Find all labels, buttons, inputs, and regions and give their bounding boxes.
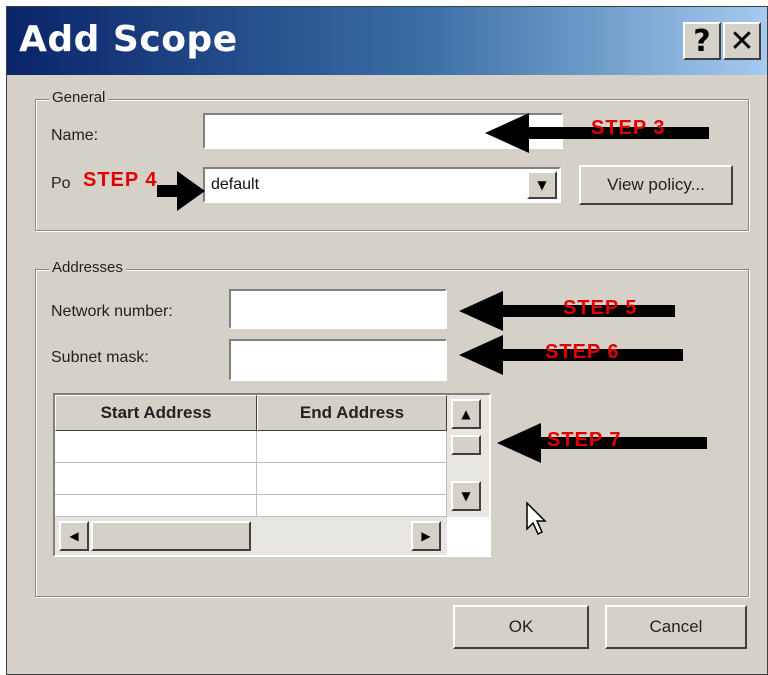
scroll-down-icon[interactable]: ▼: [451, 481, 481, 511]
dialog-title: Add Scope: [19, 19, 238, 60]
title-bar[interactable]: Add Scope ? ✕: [7, 7, 767, 75]
column-header-start-address[interactable]: Start Address: [55, 395, 257, 431]
dropdown-arrow-icon[interactable]: ▼: [527, 171, 557, 199]
table-cell[interactable]: [257, 431, 447, 463]
name-label: Name:: [51, 127, 99, 144]
view-policy-button[interactable]: View policy...: [579, 165, 733, 205]
subnet-mask-input[interactable]: [229, 339, 447, 381]
add-scope-dialog: Add Scope ? ✕ General Name: Po default ▼…: [6, 6, 768, 675]
vertical-scrollbar[interactable]: ▲ ▼: [447, 395, 489, 517]
step-4-label: STEP 4: [83, 169, 158, 191]
table-row[interactable]: [55, 431, 257, 463]
mouse-cursor-icon: [526, 501, 547, 536]
close-icon[interactable]: ✕: [723, 22, 761, 60]
cancel-button[interactable]: Cancel: [605, 605, 747, 649]
addresses-group-label: Addresses: [49, 259, 126, 276]
help-icon[interactable]: ?: [683, 22, 721, 60]
scroll-left-icon[interactable]: ◀: [59, 521, 89, 551]
step-5-label: STEP 5: [563, 297, 638, 319]
horizontal-scrollbar[interactable]: ◀ ▶: [55, 517, 447, 555]
address-range-table[interactable]: Start Address End Address ▲ ▼ ◀ ▶: [53, 393, 491, 557]
scroll-right-icon[interactable]: ▶: [411, 521, 441, 551]
step-7-label: STEP 7: [547, 429, 622, 451]
network-number-label: Network number:: [51, 303, 173, 320]
general-group-label: General: [49, 89, 109, 106]
subnet-mask-label: Subnet mask:: [51, 349, 149, 366]
policy-label: Po: [51, 175, 71, 192]
step-6-label: STEP 6: [545, 341, 620, 363]
policy-select[interactable]: default: [203, 167, 561, 203]
column-header-end-address[interactable]: End Address: [257, 395, 447, 431]
vertical-scroll-thumb[interactable]: [451, 435, 481, 455]
horizontal-scroll-thumb[interactable]: [91, 521, 251, 551]
table-row[interactable]: [55, 463, 257, 495]
table-cell[interactable]: [257, 463, 447, 495]
network-number-input[interactable]: [229, 289, 447, 329]
policy-select-value: default: [211, 176, 260, 193]
table-row[interactable]: [55, 495, 257, 517]
table-cell[interactable]: [257, 495, 447, 517]
annotation-arrow-icon: [157, 171, 205, 211]
scroll-up-icon[interactable]: ▲: [451, 399, 481, 429]
ok-button[interactable]: OK: [453, 605, 589, 649]
step-3-label: STEP 3: [591, 117, 666, 139]
